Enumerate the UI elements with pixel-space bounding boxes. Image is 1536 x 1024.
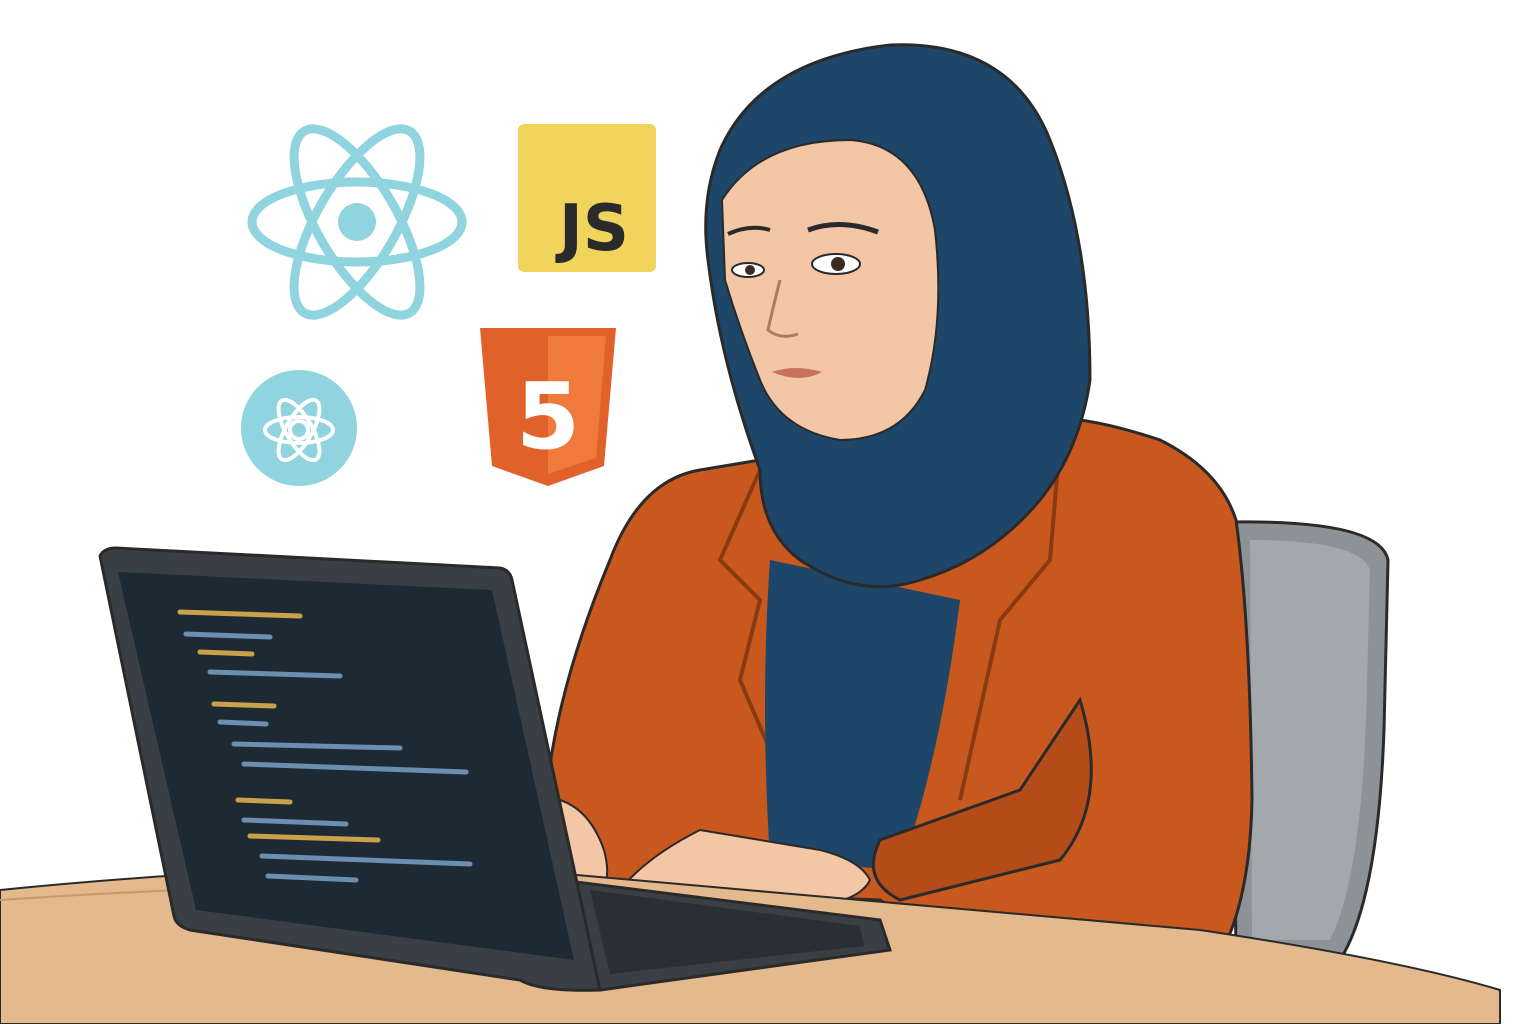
javascript-logo-label: JS <box>555 192 629 266</box>
react-badge-icon <box>241 370 357 486</box>
react-atom-icon <box>247 124 467 320</box>
javascript-logo-icon: JS <box>518 124 656 272</box>
office-chair <box>1230 520 1390 962</box>
html5-shield-label: 5 <box>516 363 580 470</box>
illustration-scene: JS 5 <box>0 43 1501 1024</box>
html5-shield-icon: 5 <box>480 328 616 486</box>
